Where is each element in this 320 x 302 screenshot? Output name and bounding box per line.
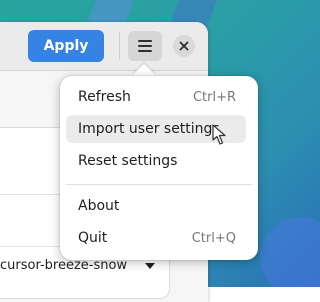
- menu-item-accel: Ctrl+R: [193, 90, 236, 105]
- main-menu-button[interactable]: [128, 31, 162, 61]
- header-bar: Apply: [0, 22, 208, 71]
- close-icon: [179, 41, 189, 51]
- menu-item-refresh[interactable]: Refresh Ctrl+R: [66, 83, 246, 111]
- menu-item-about[interactable]: About: [66, 192, 246, 220]
- menu-item-accel: Ctrl+Q: [192, 231, 236, 246]
- close-button[interactable]: [173, 35, 195, 57]
- header-separator: [119, 32, 120, 60]
- hamburger-icon: [137, 39, 153, 53]
- menu-item-label: Refresh: [78, 89, 193, 105]
- main-menu-popover: Refresh Ctrl+R Import user settings Rese…: [60, 76, 258, 260]
- menu-item-label: Quit: [78, 230, 192, 246]
- wallpaper-shape: [260, 217, 320, 287]
- menu-item-label: Reset settings: [78, 153, 236, 169]
- menu-item-label: About: [78, 198, 236, 214]
- menu-item-reset-settings[interactable]: Reset settings: [66, 147, 246, 175]
- dropdown-arrow-icon[interactable]: [145, 263, 155, 269]
- menu-separator: [66, 184, 252, 185]
- mouse-pointer-icon: [212, 124, 228, 150]
- apply-button[interactable]: Apply: [28, 30, 104, 62]
- menu-item-quit[interactable]: Quit Ctrl+Q: [66, 224, 246, 252]
- cursor-theme-value[interactable]: cursor-breeze-snow: [0, 258, 127, 273]
